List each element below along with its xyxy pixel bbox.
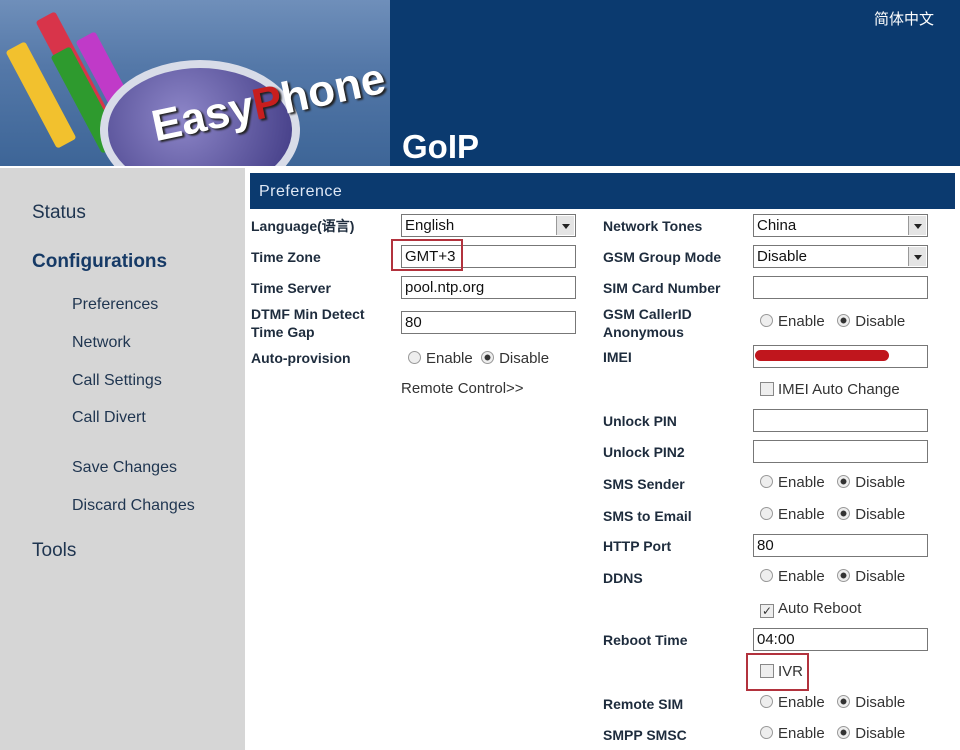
- chevron-down-icon: [908, 216, 926, 235]
- header: EasyPhone GoIP 简体中文: [0, 0, 960, 166]
- imei-auto-change-label: IMEI Auto Change: [778, 381, 900, 398]
- enable-label: Enable: [778, 694, 825, 711]
- enable-label: Enable: [426, 350, 473, 367]
- enable-radio[interactable]: [760, 569, 773, 582]
- disable-label: Disable: [855, 313, 906, 330]
- disable-radio[interactable]: [837, 569, 851, 582]
- disable-label: Disable: [855, 694, 906, 711]
- enable-radio[interactable]: [760, 695, 773, 708]
- disable-radio[interactable]: [837, 726, 851, 739]
- ddns-label: DDNS: [603, 570, 643, 586]
- sim-card-number-input[interactable]: [753, 276, 928, 299]
- enable-radio[interactable]: [408, 351, 421, 364]
- enable-label: Enable: [778, 474, 825, 491]
- auto-reboot-label: Auto Reboot: [778, 600, 862, 617]
- auto-provision-label: Auto-provision: [251, 350, 351, 366]
- remote-control-link[interactable]: Remote Control>>: [401, 380, 524, 397]
- unlock-pin2-label: Unlock PIN2: [603, 444, 685, 460]
- unlock-pin2-input[interactable]: [753, 440, 928, 463]
- gsm-group-mode-label: GSM Group Mode: [603, 249, 722, 265]
- disable-label: Disable: [855, 506, 906, 523]
- disable-label: Disable: [855, 725, 906, 742]
- reboot-time-label: Reboot Time: [603, 632, 688, 648]
- enable-radio[interactable]: [760, 507, 773, 520]
- sidebar-item-tools[interactable]: Tools: [32, 540, 76, 562]
- imei-auto-change-checkbox[interactable]: [760, 382, 774, 396]
- panel-title: Preference: [250, 173, 955, 209]
- gsm-group-mode-value: Disable: [757, 248, 808, 265]
- save-changes-link[interactable]: Save Changes: [72, 459, 177, 477]
- enable-label: Enable: [778, 506, 825, 523]
- sidebar-item-configurations[interactable]: Configurations: [32, 251, 167, 273]
- auto-reboot-checkbox[interactable]: ✓: [760, 604, 774, 618]
- chevron-down-icon: [556, 216, 574, 235]
- time-zone-label: Time Zone: [251, 249, 321, 265]
- sidebar-item-call-settings[interactable]: Call Settings: [72, 372, 162, 390]
- gsm-callerid-label: GSM CallerID Anonymous: [603, 306, 692, 340]
- sidebar-item-call-divert[interactable]: Call Divert: [72, 409, 146, 427]
- sim-card-number-label: SIM Card Number: [603, 280, 721, 296]
- gsm-callerid-radios: Enable Disable: [760, 313, 905, 330]
- sms-to-email-radios: Enable Disable: [760, 506, 905, 523]
- language-label: Language(语言): [251, 218, 355, 234]
- enable-radio[interactable]: [760, 314, 773, 327]
- enable-label: Enable: [778, 313, 825, 330]
- enable-label: Enable: [778, 725, 825, 742]
- remote-sim-radios: Enable Disable: [760, 694, 905, 711]
- reboot-time-input[interactable]: 04:00: [753, 628, 928, 651]
- sidebar-item-status[interactable]: Status: [32, 202, 86, 224]
- sidebar: Status Configurations Preferences Networ…: [0, 168, 245, 750]
- network-tones-value: China: [757, 217, 797, 234]
- unlock-pin-input[interactable]: [753, 409, 928, 432]
- http-port-input[interactable]: 80: [753, 534, 928, 557]
- auto-provision-radios: Enable Disable: [408, 350, 549, 367]
- auto-reboot-checkbox-row: ✓ Auto Reboot: [760, 600, 861, 618]
- unlock-pin-label: Unlock PIN: [603, 413, 677, 429]
- ddns-radios: Enable Disable: [760, 568, 905, 585]
- enable-radio[interactable]: [760, 726, 773, 739]
- network-tones-label: Network Tones: [603, 218, 703, 234]
- chevron-down-icon: [908, 247, 926, 266]
- disable-radio[interactable]: [837, 314, 851, 327]
- dtmf-label: DTMF Min Detect Time Gap: [251, 306, 365, 340]
- http-port-label: HTTP Port: [603, 538, 672, 554]
- imei-auto-change-checkbox-row: IMEI Auto Change: [760, 381, 900, 398]
- language-select[interactable]: English: [401, 214, 576, 237]
- sms-to-email-label: SMS to Email: [603, 508, 692, 524]
- dtmf-input[interactable]: 80: [401, 311, 576, 334]
- smpp-smsc-radios: Enable Disable: [760, 725, 905, 742]
- discard-changes-link[interactable]: Discard Changes: [72, 497, 195, 515]
- easyphone-logo: EasyPhone: [0, 0, 390, 166]
- disable-label: Disable: [499, 350, 550, 367]
- sms-sender-label: SMS Sender: [603, 476, 685, 492]
- redaction-mark: [755, 350, 889, 361]
- disable-radio[interactable]: [837, 695, 851, 708]
- network-tones-select[interactable]: China: [753, 214, 928, 237]
- gsm-group-mode-select[interactable]: Disable: [753, 245, 928, 268]
- highlight-box: [746, 653, 809, 691]
- disable-radio[interactable]: [481, 351, 495, 364]
- sidebar-item-preferences[interactable]: Preferences: [72, 296, 158, 314]
- time-server-input[interactable]: pool.ntp.org: [401, 276, 576, 299]
- disable-radio[interactable]: [837, 507, 851, 520]
- disable-label: Disable: [855, 474, 906, 491]
- remote-sim-label: Remote SIM: [603, 696, 684, 712]
- imei-label: IMEI: [603, 349, 632, 365]
- highlight-box: [391, 239, 463, 271]
- language-value: English: [405, 217, 455, 234]
- time-server-label: Time Server: [251, 280, 331, 296]
- smpp-smsc-label: SMPP SMSC: [603, 727, 687, 743]
- sms-sender-radios: Enable Disable: [760, 474, 905, 491]
- disable-radio[interactable]: [837, 475, 851, 488]
- disable-label: Disable: [855, 568, 906, 585]
- enable-radio[interactable]: [760, 475, 773, 488]
- language-switch-link[interactable]: 简体中文: [874, 8, 934, 29]
- sidebar-item-network[interactable]: Network: [72, 334, 131, 352]
- enable-label: Enable: [778, 568, 825, 585]
- product-name: GoIP: [402, 128, 480, 165]
